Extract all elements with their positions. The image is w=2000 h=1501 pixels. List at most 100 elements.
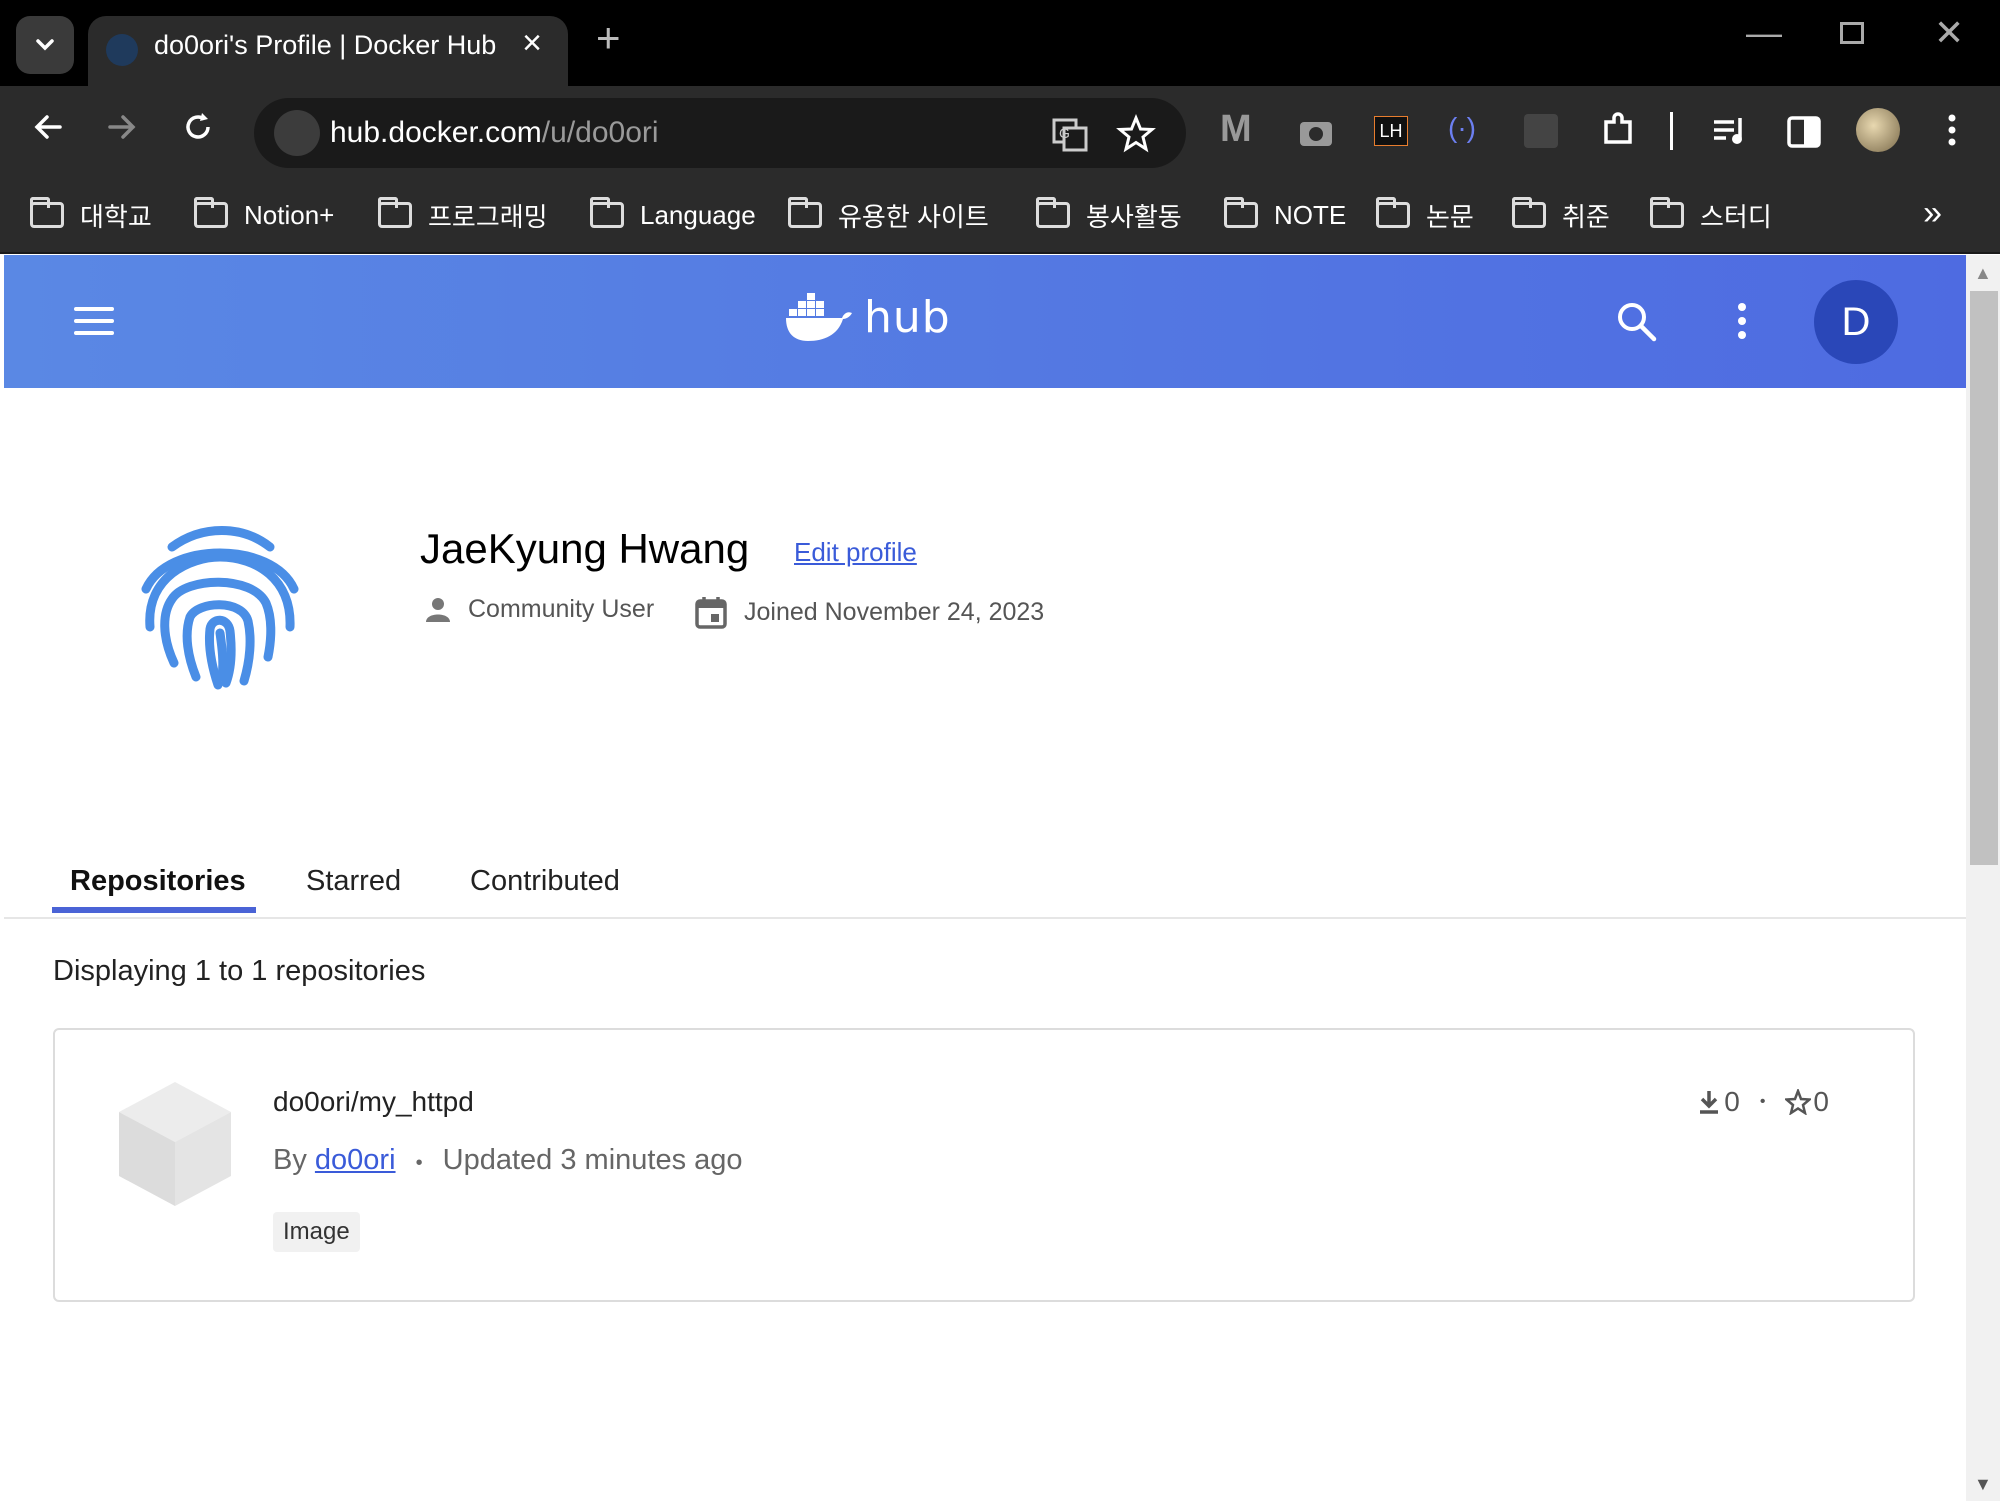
bookmark-folder[interactable]: 논문 — [1376, 194, 1474, 236]
user-avatar[interactable]: D — [1814, 280, 1898, 364]
page-scrollbar[interactable]: ▲ ▼ — [1966, 255, 2000, 1501]
bookmark-folder[interactable]: 유용한 사이트 — [788, 194, 989, 236]
window-close-button[interactable]: ✕ — [1934, 12, 1964, 54]
tab-search-button[interactable] — [16, 16, 74, 74]
more-options-icon[interactable] — [1732, 301, 1752, 341]
extension-mw-icon[interactable]: M — [1220, 108, 1252, 151]
separator-dot: • — [415, 1152, 423, 1174]
star-count: 0 — [1813, 1086, 1829, 1117]
bookmark-folder[interactable]: Language — [590, 194, 756, 236]
repository-byline: By do0ori • Updated 3 minutes ago — [273, 1144, 743, 1177]
type-badge: Image — [273, 1212, 360, 1252]
extensions-puzzle-icon[interactable] — [1598, 110, 1638, 150]
toolbar-divider — [1670, 112, 1673, 150]
bookmark-folder[interactable]: Notion+ — [194, 194, 334, 236]
bookmark-folder[interactable]: NOTE — [1224, 194, 1346, 236]
bookmark-label: 유용한 사이트 — [838, 201, 989, 232]
docker-favicon-icon — [106, 34, 138, 66]
chevron-down-icon — [36, 39, 54, 51]
reload-button[interactable] — [180, 108, 216, 156]
bookmark-label: 논문 — [1426, 201, 1474, 232]
search-icon[interactable] — [1614, 299, 1658, 343]
person-icon — [426, 597, 450, 622]
media-control-icon[interactable] — [1710, 112, 1750, 152]
bookmark-label: 프로그래밍 — [428, 201, 548, 232]
owner-link[interactable]: do0ori — [315, 1144, 396, 1176]
by-label: By — [273, 1144, 307, 1176]
folder-icon — [1036, 197, 1070, 228]
bookmark-label: NOTE — [1274, 199, 1347, 230]
url-text: hub.docker.com/u/do0ori — [330, 116, 659, 149]
hamburger-menu-icon[interactable] — [74, 307, 114, 335]
bookmark-folder[interactable]: 취준 — [1512, 194, 1610, 236]
browser-toolbar: hub.docker.com/u/do0ori G M LH (·) — [0, 86, 2000, 180]
browser-tab[interactable]: do0ori's Profile | Docker Hub × — [88, 16, 568, 86]
tab-close-icon[interactable]: × — [522, 24, 542, 63]
pull-count: 0 — [1724, 1086, 1740, 1117]
scroll-down-arrow-icon[interactable]: ▼ — [1974, 1474, 1992, 1495]
folder-icon — [194, 197, 228, 228]
bookmark-folder[interactable]: 스터디 — [1650, 194, 1772, 236]
bookmark-folder[interactable]: 봉사활동 — [1036, 194, 1182, 236]
folder-icon — [788, 197, 822, 228]
profile-avatar[interactable] — [1856, 108, 1900, 152]
tab-repositories[interactable]: Repositories — [70, 865, 246, 898]
scroll-up-arrow-icon[interactable]: ▲ — [1974, 263, 1992, 284]
site-settings-icon[interactable] — [274, 110, 320, 156]
folder-icon — [1512, 197, 1546, 228]
folder-icon — [1650, 197, 1684, 228]
maximize-button[interactable] — [1840, 22, 1864, 44]
hub-logo-text: hub — [864, 291, 951, 343]
bookmarks-bar: 대학교 Notion+ 프로그래밍 Language 유용한 사이트 봉사활동 … — [0, 180, 2000, 254]
address-bar[interactable]: hub.docker.com/u/do0ori G — [254, 98, 1186, 168]
browser-window: do0ori's Profile | Docker Hub × + — ✕ hu… — [0, 0, 2000, 1501]
bookmark-star-icon[interactable] — [1116, 114, 1156, 154]
joined-meta: Joined November 24, 2023 — [694, 595, 1044, 629]
repository-cube-icon — [119, 1082, 231, 1206]
back-button[interactable] — [30, 108, 66, 156]
title-bar: do0ori's Profile | Docker Hub × + — ✕ — [0, 0, 2000, 86]
fingerprint-avatar-icon — [141, 526, 299, 690]
edit-profile-link[interactable]: Edit profile — [794, 537, 917, 568]
folder-icon — [30, 197, 64, 228]
folder-icon — [1224, 197, 1258, 228]
bookmark-label: 봉사활동 — [1086, 201, 1182, 232]
new-tab-button[interactable]: + — [596, 14, 621, 62]
minimize-button[interactable]: — — [1746, 12, 1782, 54]
extension-code-icon[interactable]: (·) — [1448, 112, 1476, 144]
side-panel-icon[interactable] — [1784, 112, 1824, 152]
screenshot-camera-icon[interactable] — [1296, 114, 1336, 150]
results-count-text: Displaying 1 to 1 repositories — [53, 955, 426, 987]
reload-icon — [186, 113, 210, 139]
translate-icon[interactable]: G — [1050, 114, 1090, 154]
download-icon — [1700, 1091, 1719, 1114]
tab-contributed[interactable]: Contributed — [470, 865, 620, 898]
back-arrow-icon — [34, 115, 62, 139]
tab-starred[interactable]: Starred — [306, 865, 401, 898]
chrome-menu-icon[interactable] — [1932, 110, 1972, 150]
repository-stats: 0 • 0 — [1698, 1086, 1829, 1118]
folder-icon — [378, 197, 412, 228]
bookmark-folder[interactable]: 프로그래밍 — [378, 194, 548, 236]
scrollbar-thumb[interactable] — [1970, 291, 1998, 865]
extension-bird-icon[interactable] — [1524, 114, 1558, 148]
bookmark-label: 취준 — [1562, 201, 1610, 232]
profile-name: JaeKyung Hwang — [420, 525, 750, 572]
docker-hub-header: hub D — [4, 255, 1966, 388]
bookmarks-overflow-icon[interactable]: » — [1923, 194, 1942, 233]
tab-title: do0ori's Profile | Docker Hub — [154, 30, 497, 60]
stats-separator: • — [1759, 1093, 1766, 1110]
forward-button[interactable] — [104, 108, 140, 156]
repository-name[interactable]: do0ori/my_httpd — [273, 1086, 474, 1118]
repository-card[interactable]: do0ori/my_httpd By do0ori • Updated 3 mi… — [53, 1028, 1915, 1302]
calendar-icon — [695, 597, 727, 629]
bookmark-folder[interactable]: 대학교 — [30, 194, 152, 236]
bookmark-label: Notion+ — [244, 199, 335, 230]
folder-icon — [590, 197, 624, 228]
star-icon — [1785, 1089, 1812, 1115]
folder-icon — [1376, 197, 1410, 228]
docker-hub-logo[interactable]: hub — [784, 291, 951, 343]
extension-lh-icon[interactable]: LH — [1374, 116, 1408, 146]
docker-whale-icon — [786, 293, 852, 341]
updated-text: Updated 3 minutes ago — [442, 1144, 743, 1176]
